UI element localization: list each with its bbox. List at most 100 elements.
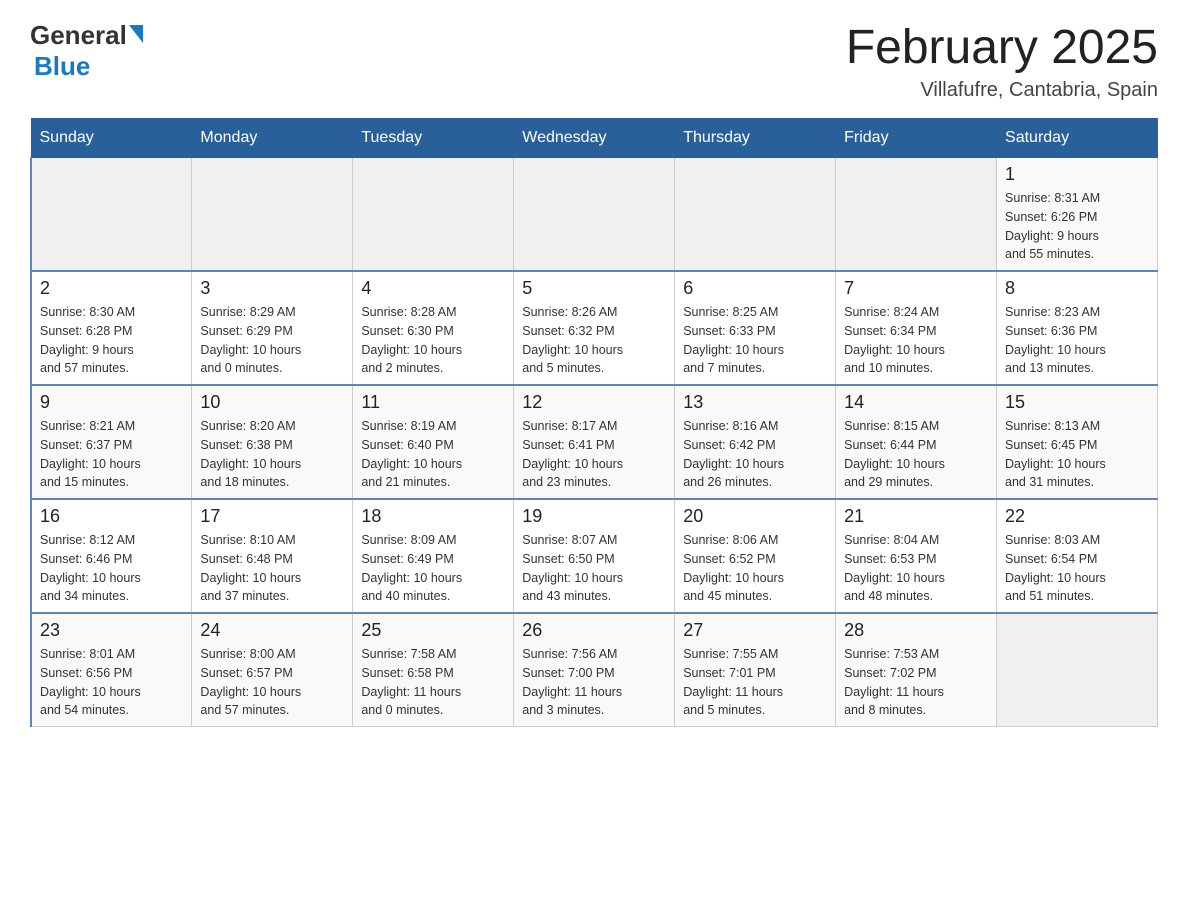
calendar-cell: 1 Sunrise: 8:31 AM Sunset: 6:26 PM Daylig… [997, 158, 1158, 272]
day-info: Sunrise: 8:13 AM Sunset: 6:45 PM Dayligh… [1005, 417, 1149, 492]
logo-arrow-icon [129, 25, 143, 43]
calendar-cell: 9Sunrise: 8:21 AM Sunset: 6:37 PM Daylig… [31, 385, 192, 499]
day-number: 13 [683, 392, 827, 413]
day-number: 8 [1005, 278, 1149, 299]
calendar-week-1: 1 Sunrise: 8:31 AM Sunset: 6:26 PM Daylig… [31, 158, 1158, 272]
calendar-cell: 25 Sunrise: 7:58 AM Sunset: 6:58 PM Dayli… [353, 613, 514, 727]
day-number: 1 [1005, 164, 1149, 185]
day-info: Sunrise: 8:19 AM Sunset: 6:40 PM Dayligh… [361, 417, 505, 492]
day-number: 15 [1005, 392, 1149, 413]
calendar-cell: 5Sunrise: 8:26 AM Sunset: 6:32 PM Daylig… [514, 271, 675, 385]
day-info: Sunrise: 8:24 AM Sunset: 6:34 PM Dayligh… [844, 303, 988, 378]
weekday-header-friday: Friday [836, 119, 997, 158]
day-number: 12 [522, 392, 666, 413]
day-number: 7 [844, 278, 988, 299]
day-info: Sunrise: 8:00 AM Sunset: 6:57 PM Dayligh… [200, 645, 344, 720]
day-info: Sunrise: 8:01 AM Sunset: 6:56 PM Dayligh… [40, 645, 183, 720]
day-info: Sunrise: 8:07 AM Sunset: 6:50 PM Dayligh… [522, 531, 666, 606]
day-number: 27 [683, 620, 827, 641]
weekday-header-sunday: Sunday [31, 119, 192, 158]
day-number: 17 [200, 506, 344, 527]
calendar-cell: 8 Sunrise: 8:23 AM Sunset: 6:36 PM Daylig… [997, 271, 1158, 385]
calendar-cell: 6 Sunrise: 8:25 AM Sunset: 6:33 PM Daylig… [675, 271, 836, 385]
calendar-body: 1 Sunrise: 8:31 AM Sunset: 6:26 PM Daylig… [31, 158, 1158, 727]
day-info: Sunrise: 8:28 AM Sunset: 6:30 PM Dayligh… [361, 303, 505, 378]
title-block: February 2025 Villafufre, Cantabria, Spa… [846, 20, 1158, 102]
calendar-cell: 27Sunrise: 7:55 AM Sunset: 7:01 PM Dayli… [675, 613, 836, 727]
logo-blue-text: Blue [34, 51, 90, 81]
location-title: Villafufre, Cantabria, Spain [846, 79, 1158, 102]
calendar-cell [836, 158, 997, 272]
calendar-table: SundayMondayTuesdayWednesdayThursdayFrid… [30, 118, 1158, 727]
day-info: Sunrise: 7:58 AM Sunset: 6:58 PM Dayligh… [361, 645, 505, 720]
day-info: Sunrise: 8:21 AM Sunset: 6:37 PM Dayligh… [40, 417, 183, 492]
day-number: 16 [40, 506, 183, 527]
calendar-cell [31, 158, 192, 272]
day-number: 10 [200, 392, 344, 413]
day-number: 4 [361, 278, 505, 299]
day-info: Sunrise: 8:31 AM Sunset: 6:26 PM Dayligh… [1005, 189, 1149, 264]
day-info: Sunrise: 8:30 AM Sunset: 6:28 PM Dayligh… [40, 303, 183, 378]
day-info: Sunrise: 8:15 AM Sunset: 6:44 PM Dayligh… [844, 417, 988, 492]
calendar-cell: 10 Sunrise: 8:20 AM Sunset: 6:38 PM Dayli… [192, 385, 353, 499]
weekday-header-saturday: Saturday [997, 119, 1158, 158]
day-info: Sunrise: 8:09 AM Sunset: 6:49 PM Dayligh… [361, 531, 505, 606]
calendar-cell: 19 Sunrise: 8:07 AM Sunset: 6:50 PM Dayli… [514, 499, 675, 613]
weekday-header-thursday: Thursday [675, 119, 836, 158]
weekday-header-monday: Monday [192, 119, 353, 158]
day-info: Sunrise: 8:20 AM Sunset: 6:38 PM Dayligh… [200, 417, 344, 492]
day-info: Sunrise: 7:56 AM Sunset: 7:00 PM Dayligh… [522, 645, 666, 720]
day-number: 25 [361, 620, 505, 641]
day-number: 11 [361, 392, 505, 413]
day-info: Sunrise: 8:10 AM Sunset: 6:48 PM Dayligh… [200, 531, 344, 606]
day-info: Sunrise: 8:29 AM Sunset: 6:29 PM Dayligh… [200, 303, 344, 378]
day-number: 5 [522, 278, 666, 299]
calendar-cell [514, 158, 675, 272]
day-info: Sunrise: 8:12 AM Sunset: 6:46 PM Dayligh… [40, 531, 183, 606]
calendar-cell: 13Sunrise: 8:16 AM Sunset: 6:42 PM Dayli… [675, 385, 836, 499]
day-info: Sunrise: 8:25 AM Sunset: 6:33 PM Dayligh… [683, 303, 827, 378]
calendar-cell: 22 Sunrise: 8:03 AM Sunset: 6:54 PM Dayli… [997, 499, 1158, 613]
calendar-cell: 28 Sunrise: 7:53 AM Sunset: 7:02 PM Dayli… [836, 613, 997, 727]
weekday-header-tuesday: Tuesday [353, 119, 514, 158]
day-number: 3 [200, 278, 344, 299]
day-number: 21 [844, 506, 988, 527]
calendar-cell: 15 Sunrise: 8:13 AM Sunset: 6:45 PM Dayli… [997, 385, 1158, 499]
calendar-week-4: 16 Sunrise: 8:12 AM Sunset: 6:46 PM Dayli… [31, 499, 1158, 613]
calendar-cell [675, 158, 836, 272]
day-info: Sunrise: 8:23 AM Sunset: 6:36 PM Dayligh… [1005, 303, 1149, 378]
page-header: General Blue February 2025 Villafufre, C… [30, 20, 1158, 102]
calendar-cell: 4 Sunrise: 8:28 AM Sunset: 6:30 PM Daylig… [353, 271, 514, 385]
weekday-header-row: SundayMondayTuesdayWednesdayThursdayFrid… [31, 119, 1158, 158]
calendar-cell: 16 Sunrise: 8:12 AM Sunset: 6:46 PM Dayli… [31, 499, 192, 613]
day-number: 19 [522, 506, 666, 527]
day-info: Sunrise: 7:53 AM Sunset: 7:02 PM Dayligh… [844, 645, 988, 720]
calendar-week-2: 2Sunrise: 8:30 AM Sunset: 6:28 PM Daylig… [31, 271, 1158, 385]
calendar-cell: 20 Sunrise: 8:06 AM Sunset: 6:52 PM Dayli… [675, 499, 836, 613]
calendar-cell [192, 158, 353, 272]
day-number: 20 [683, 506, 827, 527]
calendar-cell: 17 Sunrise: 8:10 AM Sunset: 6:48 PM Dayli… [192, 499, 353, 613]
month-title: February 2025 [846, 20, 1158, 75]
logo-general-text: General [30, 20, 127, 51]
calendar-cell: 24 Sunrise: 8:00 AM Sunset: 6:57 PM Dayli… [192, 613, 353, 727]
calendar-cell: 18Sunrise: 8:09 AM Sunset: 6:49 PM Dayli… [353, 499, 514, 613]
day-number: 14 [844, 392, 988, 413]
calendar-cell: 14 Sunrise: 8:15 AM Sunset: 6:44 PM Dayli… [836, 385, 997, 499]
calendar-cell [997, 613, 1158, 727]
day-number: 28 [844, 620, 988, 641]
calendar-week-3: 9Sunrise: 8:21 AM Sunset: 6:37 PM Daylig… [31, 385, 1158, 499]
calendar-cell: 2Sunrise: 8:30 AM Sunset: 6:28 PM Daylig… [31, 271, 192, 385]
day-info: Sunrise: 8:17 AM Sunset: 6:41 PM Dayligh… [522, 417, 666, 492]
day-info: Sunrise: 8:03 AM Sunset: 6:54 PM Dayligh… [1005, 531, 1149, 606]
logo: General Blue [30, 20, 145, 82]
day-number: 6 [683, 278, 827, 299]
day-number: 24 [200, 620, 344, 641]
weekday-header-wednesday: Wednesday [514, 119, 675, 158]
calendar-week-5: 23Sunrise: 8:01 AM Sunset: 6:56 PM Dayli… [31, 613, 1158, 727]
calendar-cell: 7 Sunrise: 8:24 AM Sunset: 6:34 PM Daylig… [836, 271, 997, 385]
day-number: 22 [1005, 506, 1149, 527]
calendar-cell: 12 Sunrise: 8:17 AM Sunset: 6:41 PM Dayli… [514, 385, 675, 499]
day-info: Sunrise: 8:06 AM Sunset: 6:52 PM Dayligh… [683, 531, 827, 606]
calendar-cell: 21Sunrise: 8:04 AM Sunset: 6:53 PM Dayli… [836, 499, 997, 613]
